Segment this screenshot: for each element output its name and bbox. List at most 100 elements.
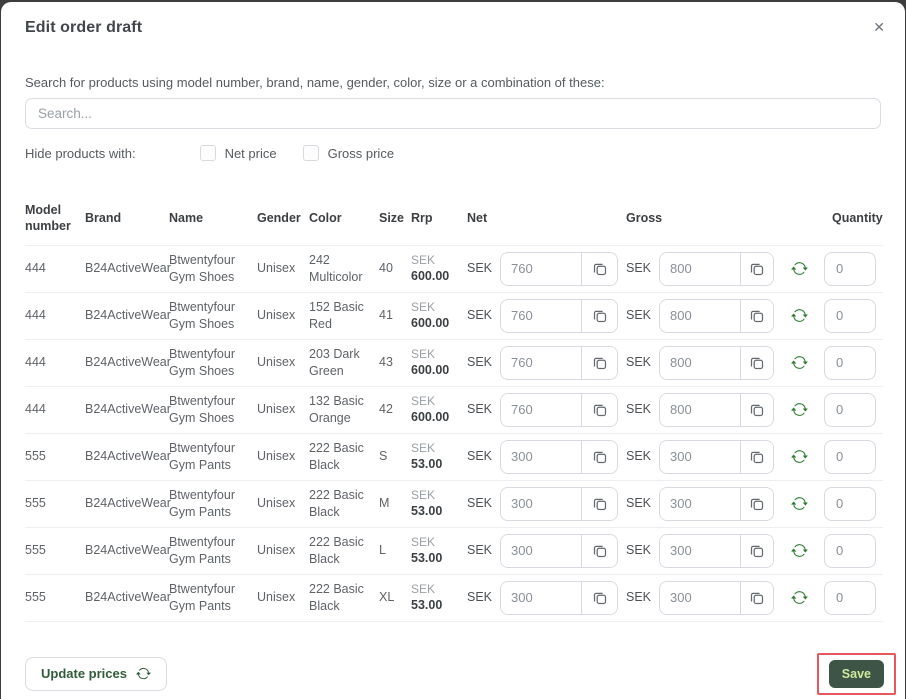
- quantity-input[interactable]: [824, 298, 876, 333]
- net-price-filter: Net price: [199, 145, 277, 161]
- cell-brand: B24ActiveWear: [85, 402, 171, 417]
- cell-rrp: SEK 600.00: [411, 245, 467, 292]
- cell-gender: Unisex: [257, 402, 296, 417]
- cell-size: S: [379, 449, 388, 464]
- cell-gross: SEK: [626, 574, 782, 621]
- gross-price-input[interactable]: [660, 299, 741, 332]
- gross-price-input[interactable]: [660, 581, 741, 614]
- gross-currency: SEK: [626, 496, 652, 511]
- cell-size: 43: [379, 355, 393, 370]
- copy-gross-price-button[interactable]: [740, 252, 773, 285]
- update-prices-button[interactable]: Update prices: [25, 656, 167, 691]
- gross-price-input[interactable]: [660, 487, 741, 520]
- cell-refresh: [782, 574, 816, 621]
- copy-gross-price-button[interactable]: [740, 346, 773, 379]
- refresh-prices-icon[interactable]: [790, 542, 808, 559]
- net-price-input[interactable]: [501, 346, 582, 379]
- quantity-input[interactable]: [824, 392, 876, 427]
- cell-brand: B24ActiveWear: [85, 496, 171, 511]
- cell-net: SEK: [467, 480, 626, 527]
- net-price-input[interactable]: [501, 393, 582, 426]
- refresh-prices-icon[interactable]: [790, 401, 808, 418]
- gross-price-checkbox[interactable]: [302, 145, 319, 161]
- modal-footer: Update prices Save: [25, 652, 896, 695]
- net-price-input[interactable]: [501, 252, 582, 285]
- copy-gross-price-button[interactable]: [740, 534, 773, 567]
- cell-gender: Unisex: [257, 496, 296, 511]
- refresh-prices-icon[interactable]: [790, 589, 808, 606]
- refresh-prices-icon[interactable]: [790, 448, 808, 465]
- col-header-rrp: Rrp: [411, 211, 433, 226]
- copy-gross-price-button[interactable]: [740, 487, 773, 520]
- cell-quantity: [816, 245, 883, 292]
- copy-gross-price-button[interactable]: [740, 440, 773, 473]
- quantity-input[interactable]: [824, 580, 876, 615]
- col-header-brand: Brand: [85, 211, 122, 226]
- quantity-input[interactable]: [824, 439, 876, 474]
- refresh-prices-icon[interactable]: [790, 495, 808, 512]
- table-row: 444 B24ActiveWear Btwentyfour Gym Shoes …: [25, 339, 883, 386]
- table-row: 555 B24ActiveWear Btwentyfour Gym Pants …: [25, 433, 883, 480]
- refresh-prices-icon[interactable]: [790, 307, 808, 324]
- gross-price-input[interactable]: [660, 346, 741, 379]
- cell-model-number: 555: [25, 496, 46, 511]
- gross-price-input[interactable]: [660, 440, 741, 473]
- net-price-input[interactable]: [501, 534, 582, 567]
- cell-net: SEK: [467, 245, 626, 292]
- cell-rrp: SEK 600.00: [411, 339, 467, 386]
- copy-net-price-button[interactable]: [581, 393, 617, 426]
- cell-brand: B24ActiveWear: [85, 590, 171, 605]
- cell-model-number: 555: [25, 543, 46, 558]
- copy-icon: [750, 404, 764, 416]
- table-row: 444 B24ActiveWear Btwentyfour Gym Shoes …: [25, 386, 883, 433]
- copy-net-price-button[interactable]: [581, 346, 617, 379]
- net-price-input[interactable]: [501, 487, 582, 520]
- quantity-input[interactable]: [824, 533, 876, 568]
- copy-net-price-button[interactable]: [581, 487, 617, 520]
- cell-quantity: [816, 339, 883, 386]
- net-price-input[interactable]: [501, 299, 582, 332]
- cell-gross: SEK: [626, 245, 782, 292]
- close-icon[interactable]: ✕: [869, 16, 889, 38]
- copy-icon: [750, 592, 764, 604]
- net-currency: SEK: [467, 449, 493, 464]
- col-header-refresh-spacer: [782, 194, 816, 245]
- copy-net-price-button[interactable]: [581, 299, 617, 332]
- col-header-model-number: Model number: [25, 203, 71, 234]
- cell-quantity: [816, 433, 883, 480]
- copy-net-price-button[interactable]: [581, 581, 617, 614]
- cell-refresh: [782, 292, 816, 339]
- cell-gross: SEK: [626, 527, 782, 574]
- cell-gender: Unisex: [257, 308, 296, 323]
- cell-refresh: [782, 386, 816, 433]
- net-price-checkbox[interactable]: [199, 145, 216, 161]
- copy-net-price-button[interactable]: [581, 252, 617, 285]
- gross-price-input[interactable]: [660, 252, 741, 285]
- save-button[interactable]: Save: [828, 659, 884, 688]
- copy-net-price-button[interactable]: [581, 534, 617, 567]
- search-input[interactable]: [25, 98, 881, 129]
- copy-net-price-button[interactable]: [581, 440, 617, 473]
- copy-icon: [750, 498, 764, 510]
- rrp-amount: 600.00: [411, 363, 450, 378]
- cell-rrp: SEK 53.00: [411, 480, 467, 527]
- cell-color: 222 Basic Black: [309, 487, 364, 519]
- net-price-input[interactable]: [501, 440, 582, 473]
- gross-price-input[interactable]: [660, 534, 741, 567]
- gross-currency: SEK: [626, 543, 652, 558]
- copy-gross-price-button[interactable]: [740, 299, 773, 332]
- gross-price-input[interactable]: [660, 393, 741, 426]
- quantity-input[interactable]: [824, 345, 876, 380]
- copy-gross-price-button[interactable]: [740, 581, 773, 614]
- refresh-prices-icon[interactable]: [790, 354, 808, 371]
- cell-refresh: [782, 527, 816, 574]
- hide-products-filter-row: Hide products with: Net price Gross pric…: [25, 145, 881, 161]
- net-price-input[interactable]: [501, 581, 582, 614]
- refresh-prices-icon[interactable]: [790, 260, 808, 277]
- cell-gross: SEK: [626, 386, 782, 433]
- copy-gross-price-button[interactable]: [740, 393, 773, 426]
- quantity-input[interactable]: [824, 486, 876, 521]
- quantity-input[interactable]: [824, 251, 876, 286]
- cell-refresh: [782, 480, 816, 527]
- cell-brand: B24ActiveWear: [85, 355, 171, 370]
